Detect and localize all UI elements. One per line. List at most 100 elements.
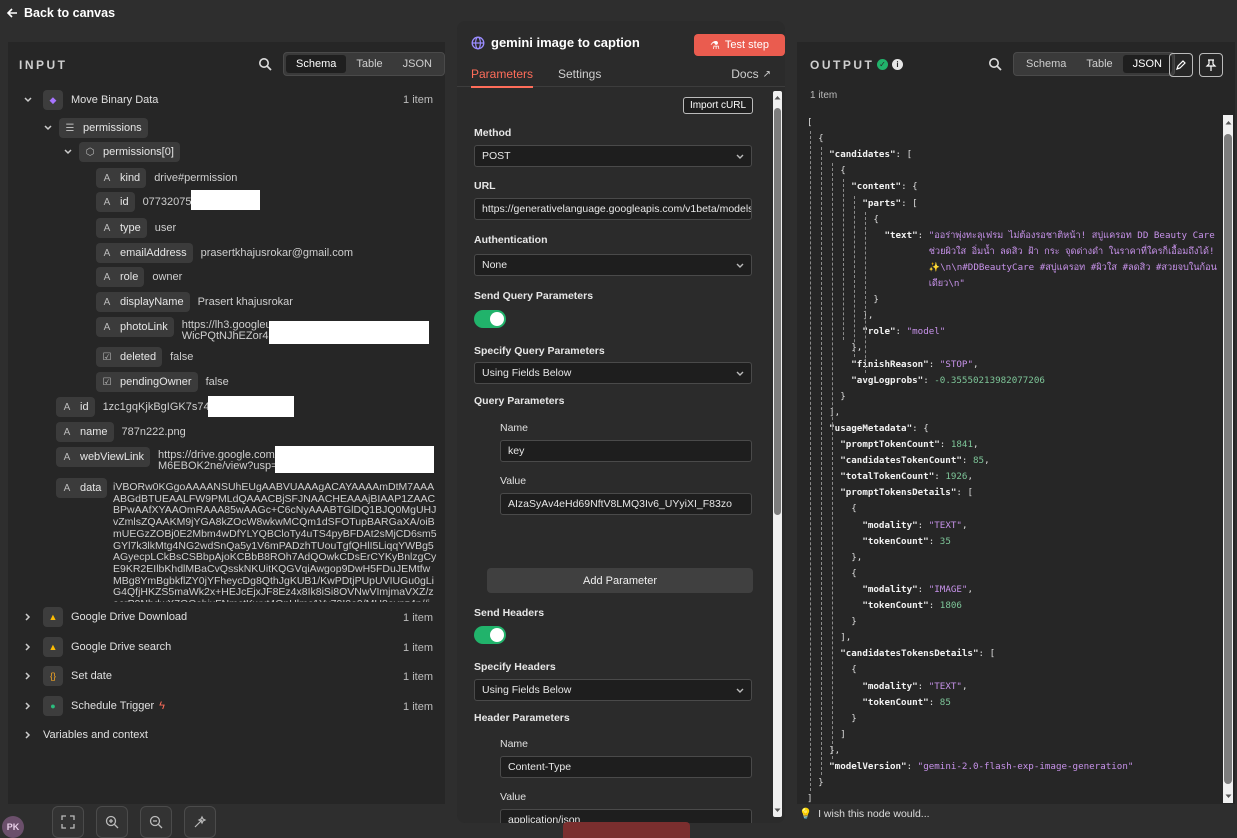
- field-row[interactable]: Arole owner: [96, 267, 182, 287]
- scroll-down-icon[interactable]: [1225, 793, 1232, 800]
- tree-node-variables[interactable]: Variables and context: [23, 725, 148, 745]
- field-key: data: [80, 482, 102, 494]
- add-parameter-button[interactable]: Add Parameter: [487, 568, 753, 593]
- json-line: },: [807, 551, 863, 563]
- zoom-out-button[interactable]: [140, 806, 172, 838]
- field-row[interactable]: AdisplayName Prasert khajusrokar: [96, 292, 293, 312]
- specify-query-select[interactable]: Using Fields Below: [474, 362, 752, 384]
- chevron-down-icon: [736, 154, 744, 159]
- field-row[interactable]: Akind drive#permission: [96, 168, 237, 188]
- node-title: gemini image to caption: [471, 35, 640, 50]
- send-headers-label: Send Headers: [474, 607, 545, 619]
- object-icon: ⬡: [85, 146, 95, 158]
- field-row[interactable]: Atype user: [96, 218, 176, 238]
- field-value: false: [205, 376, 229, 388]
- parameters-form: Import cURL Method POST URL https://gene…: [457, 88, 769, 823]
- lightbulb-icon: 💡: [799, 808, 813, 820]
- google-drive-icon: ▲: [43, 637, 63, 657]
- field-row[interactable]: AwebViewLink https://drive.google.com/fi…: [56, 447, 295, 477]
- scroll-up-icon[interactable]: [1225, 119, 1232, 126]
- send-headers-toggle[interactable]: [474, 626, 506, 644]
- info-icon[interactable]: i: [892, 59, 903, 70]
- method-select[interactable]: POST: [474, 145, 752, 167]
- tab-json[interactable]: JSON: [393, 55, 442, 73]
- edit-output-button[interactable]: [1169, 53, 1193, 77]
- tree-node-schedule-trigger[interactable]: ● Schedule Trigger ϟ: [23, 696, 165, 716]
- field-row[interactable]: AphotoLink https://lh3.googleus WicPQtNJ…: [96, 317, 284, 347]
- zoom-in-button[interactable]: [96, 806, 128, 838]
- specify-headers-label: Specify Headers: [474, 661, 556, 673]
- field-value: false: [170, 351, 194, 363]
- output-scrollbar[interactable]: [1223, 115, 1233, 803]
- search-icon[interactable]: [258, 57, 272, 71]
- specify-query-value: Using Fields Below: [482, 367, 572, 379]
- field-row[interactable]: ☑ deleted false: [96, 347, 193, 367]
- output-title: OUTPUT: [810, 58, 875, 72]
- chevron-down-icon: [736, 263, 744, 268]
- method-value: POST: [482, 150, 511, 162]
- field-pill: Arole: [96, 267, 145, 287]
- scroll-thumb[interactable]: [1224, 134, 1232, 784]
- field-row[interactable]: Aid 1zc1gqKjkBgIGK7s74Wh: [56, 397, 226, 417]
- field-row[interactable]: Aid 077320750: [96, 192, 198, 212]
- tree-node-permissions0[interactable]: ⬡ permissions[0]: [63, 142, 180, 162]
- chevron-right-icon: [25, 643, 31, 651]
- pin-output-button[interactable]: [1199, 53, 1223, 77]
- tab-table[interactable]: Table: [346, 55, 392, 73]
- arrow-left-icon: [6, 8, 17, 18]
- header-value-label: Value: [500, 791, 527, 803]
- tab-parameters[interactable]: Parameters: [471, 67, 534, 88]
- chevron-right-icon: [25, 613, 31, 621]
- field-row[interactable]: AemailAddress prasertkhajusrokar@gmail.c…: [96, 243, 353, 263]
- field-key: photoLink: [120, 321, 168, 333]
- scroll-thumb[interactable]: [774, 108, 781, 515]
- header-value-input[interactable]: application/json: [500, 809, 752, 823]
- scroll-down-icon[interactable]: [774, 807, 781, 814]
- query-value-input[interactable]: AIzaSyAv4eHd69NftV8LMQ3Iv6_UYyiXI_F83zo: [500, 493, 752, 515]
- tree-node-google-drive-search[interactable]: ▲ Google Drive search: [23, 637, 171, 657]
- field-key: displayName: [120, 296, 184, 308]
- docs-link[interactable]: Docs ↗: [731, 67, 771, 81]
- json-line: ]: [807, 728, 846, 740]
- json-line: เดียว\n": [807, 278, 965, 289]
- json-line: "candidates": [: [829, 149, 913, 161]
- field-pill: Adata: [56, 478, 108, 498]
- feedback-link[interactable]: 💡 I wish this node would...: [799, 807, 930, 821]
- tree-node-google-drive-download[interactable]: ▲ Google Drive Download: [23, 607, 187, 627]
- test-step-button[interactable]: ⚗ Test step: [694, 34, 785, 56]
- field-row[interactable]: ☑ pendingOwner false: [96, 372, 229, 392]
- node-name: Variables and context: [43, 729, 148, 741]
- avatar[interactable]: PK: [2, 816, 24, 838]
- url-input[interactable]: https://generativelanguage.googleapis.co…: [474, 198, 752, 220]
- back-to-canvas-link[interactable]: Back to canvas: [6, 4, 115, 22]
- editor-scrollbar[interactable]: [773, 91, 782, 817]
- tree-node-move-binary-data[interactable]: ◆ Move Binary Data: [23, 90, 158, 110]
- header-name-label: Name: [500, 738, 529, 750]
- output-status: ✓ i: [877, 59, 903, 70]
- flask-icon: ⚗: [710, 39, 720, 52]
- tree-node-set-date[interactable]: {} Set date: [23, 666, 112, 686]
- fit-view-button[interactable]: [52, 806, 84, 838]
- tidy-up-button[interactable]: [184, 806, 216, 838]
- search-icon[interactable]: [988, 57, 1002, 71]
- field-row[interactable]: Aname 787n222.png: [56, 422, 186, 442]
- tab-json[interactable]: JSON: [1122, 55, 1172, 73]
- scroll-up-icon[interactable]: [774, 94, 781, 101]
- tab-settings[interactable]: Settings: [558, 67, 601, 81]
- tab-schema[interactable]: Schema: [286, 55, 347, 73]
- field-value: user: [154, 222, 177, 234]
- tree-node-permissions[interactable]: ☰ permissions: [43, 118, 148, 138]
- json-line: },: [807, 744, 841, 756]
- header-name-input[interactable]: Content-Type: [500, 756, 752, 778]
- field-row[interactable]: Adata: [56, 478, 108, 498]
- import-curl-button[interactable]: Import cURL: [683, 97, 753, 114]
- tab-table[interactable]: Table: [1076, 55, 1122, 73]
- json-line: "modelVersion": "gemini-2.0-flash-exp-im…: [829, 761, 1134, 772]
- tab-schema[interactable]: Schema: [1016, 55, 1076, 73]
- execute-workflow-button[interactable]: [563, 822, 690, 838]
- send-query-toggle[interactable]: [474, 310, 506, 328]
- json-line: ],: [807, 406, 841, 418]
- specify-headers-select[interactable]: Using Fields Below: [474, 679, 752, 701]
- query-name-input[interactable]: key: [500, 440, 752, 462]
- auth-select[interactable]: None: [474, 254, 752, 276]
